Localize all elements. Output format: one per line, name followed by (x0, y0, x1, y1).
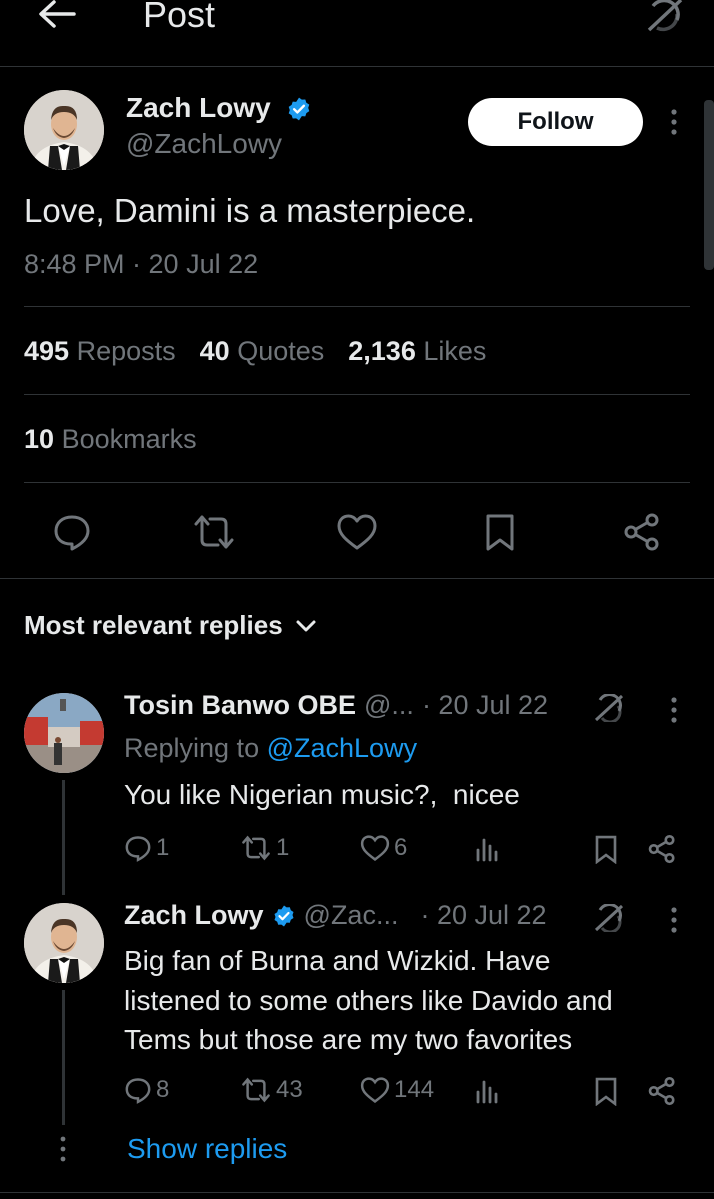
likes-label: Likes (423, 336, 487, 366)
replying-to-prefix: Replying to (124, 733, 260, 763)
reply-text: You like Nigerian music?, nicee (124, 779, 520, 810)
repost-action[interactable]: 1 (240, 834, 289, 862)
more-options-icon[interactable] (664, 696, 684, 724)
like-count: 144 (394, 1076, 435, 1103)
bottom-divider (0, 1192, 714, 1193)
reply-text-line: Tems but those are my two favorites (124, 1024, 573, 1055)
reply-date[interactable]: · 20 Jul 22 (420, 900, 546, 931)
back-arrow-icon[interactable] (36, 0, 76, 30)
quotes-count: 40 (199, 336, 230, 366)
repost-icon[interactable] (192, 512, 236, 552)
repost-action[interactable]: 43 (240, 1076, 303, 1104)
reply-header: Zach Lowy @Zac... · 20 Jul 22 (124, 900, 547, 931)
quotes-stat[interactable]: 40 Quotes (200, 336, 325, 367)
bookmark-icon[interactable] (484, 512, 516, 552)
repost-icon (242, 835, 270, 861)
reply-text: Big fan of Burna and Wizkid. Have listen… (124, 941, 613, 1060)
likes-count: 2,136 (348, 336, 416, 366)
post-stats: 495 Reposts 40 Quotes 2,136 Likes (24, 336, 486, 367)
header-divider (0, 66, 714, 67)
page-title: Post (143, 0, 216, 35)
chevron-down-icon (295, 619, 317, 633)
reposts-label: Reposts (76, 336, 176, 366)
reply-author-handle[interactable]: @Zac... (304, 900, 399, 931)
repost-count: 43 (276, 1076, 303, 1103)
like-icon (360, 835, 390, 861)
bookmarks-divider (24, 482, 690, 483)
stats-divider (24, 394, 690, 395)
bookmark-icon[interactable] (594, 1076, 618, 1106)
views-icon[interactable] (474, 836, 500, 862)
reposts-stat[interactable]: 495 Reposts (24, 336, 176, 367)
like-icon[interactable] (336, 513, 378, 551)
post-divider (24, 306, 690, 307)
like-action[interactable]: 6 (360, 834, 407, 862)
bookmarks-stat[interactable]: 10 Bookmarks (24, 424, 197, 455)
repost-icon (242, 1077, 270, 1103)
share-icon[interactable] (647, 1076, 677, 1106)
like-action[interactable]: 144 (360, 1076, 434, 1104)
scrollbar[interactable] (704, 100, 714, 270)
replying-to-line: Replying to @ZachLowy (124, 733, 417, 764)
thread-dots-icon (58, 1135, 68, 1163)
author-avatar[interactable] (24, 90, 104, 170)
reply-icon[interactable] (52, 512, 92, 552)
author-handle[interactable]: @ZachLowy (126, 128, 282, 160)
reply-author-name[interactable]: Zach Lowy (124, 900, 264, 931)
grok-icon[interactable] (592, 904, 626, 932)
reply-avatar[interactable] (24, 903, 104, 983)
bookmarks-count: 10 (24, 424, 55, 454)
reply-thread-line (62, 780, 65, 895)
reply-avatar[interactable] (24, 693, 104, 773)
quotes-label: Quotes (237, 336, 325, 366)
actions-divider (0, 578, 714, 579)
grok-icon[interactable] (643, 0, 687, 32)
reply-count: 8 (156, 1076, 170, 1103)
grok-icon[interactable] (592, 694, 626, 722)
reply-thread-line (62, 990, 65, 1125)
follow-button[interactable]: Follow (468, 98, 643, 146)
author-name[interactable]: Zach Lowy (126, 92, 271, 124)
reposts-count: 495 (24, 336, 70, 366)
reply-action[interactable]: 8 (124, 1076, 169, 1104)
reply-text-line: Big fan of Burna and Wizkid. Have (124, 945, 551, 976)
views-icon[interactable] (474, 1078, 500, 1104)
share-icon[interactable] (647, 834, 677, 864)
replies-sort-dropdown[interactable]: Most relevant replies (24, 610, 317, 641)
reply-count: 1 (156, 834, 170, 861)
reply-icon (125, 836, 151, 862)
reply-author-handle[interactable]: @... (364, 690, 414, 721)
show-replies-link[interactable]: Show replies (127, 1133, 287, 1165)
reply-icon (125, 1078, 151, 1104)
share-icon[interactable] (622, 512, 662, 552)
reply-action[interactable]: 1 (124, 834, 169, 862)
reply-text-line: listened to some others like Davido and (124, 984, 613, 1016)
more-options-icon[interactable] (664, 906, 684, 934)
post-timestamp[interactable]: 8:48 PM · 20 Jul 22 (24, 249, 258, 280)
bookmarks-label: Bookmarks (61, 424, 197, 454)
more-options-icon[interactable] (664, 108, 684, 136)
like-icon (360, 1077, 390, 1103)
replying-to-handle[interactable]: @ZachLowy (267, 733, 417, 763)
post-text: Love, Damini is a masterpiece. (24, 192, 476, 229)
reply-date[interactable]: · 20 Jul 22 (422, 690, 548, 721)
likes-stat[interactable]: 2,136 Likes (348, 336, 486, 367)
like-count: 6 (394, 834, 408, 861)
verified-badge-icon (272, 904, 296, 928)
reply-author-name[interactable]: Tosin Banwo OBE (124, 690, 356, 721)
replies-sort-label: Most relevant replies (24, 610, 283, 640)
repost-count: 1 (276, 834, 290, 861)
reply-header: Tosin Banwo OBE @... · 20 Jul 22 (124, 690, 548, 721)
verified-badge-icon (286, 96, 312, 122)
bookmark-icon[interactable] (594, 834, 618, 864)
